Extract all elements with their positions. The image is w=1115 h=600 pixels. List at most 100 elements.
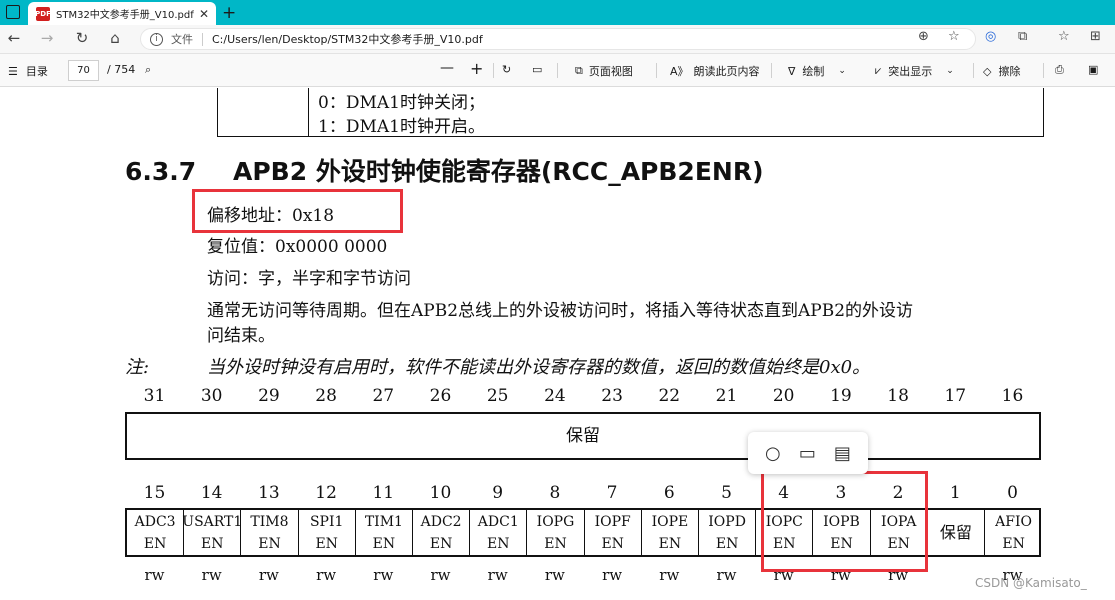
register-field: IOPE EN xyxy=(642,510,699,555)
annotation-box xyxy=(761,471,928,572)
field-name: USART1 xyxy=(182,513,243,530)
bit-number: 22 xyxy=(658,386,681,406)
tab-title: STM32中文参考手册_V10.pdf xyxy=(56,10,194,21)
refresh-icon[interactable]: ↻ xyxy=(72,29,92,47)
favorite-icon[interactable]: ☆ xyxy=(948,29,960,44)
bit-number: 26 xyxy=(429,386,452,406)
access-line: 访问：字，半字和字节访问 xyxy=(207,269,411,289)
register-field: IOPG EN xyxy=(527,510,585,555)
access-type: rw xyxy=(487,566,508,584)
highlight-icon: ⩗ xyxy=(875,64,882,77)
zoom-out-icon[interactable]: — xyxy=(440,60,454,76)
field-name: IOPE xyxy=(651,513,689,530)
bit-number: 10 xyxy=(429,483,452,503)
divider xyxy=(202,32,203,46)
zoom-icon[interactable]: ⊕ xyxy=(918,29,929,44)
pdf-icon: PDF xyxy=(35,6,51,21)
field-name: IOPF xyxy=(594,513,631,530)
search-icon[interactable]: ⌕ xyxy=(145,63,151,77)
zoom-in-icon[interactable]: + xyxy=(470,59,483,78)
home-icon[interactable]: ⌂ xyxy=(105,29,125,47)
field-name: TIM8 xyxy=(250,513,289,530)
field-name: IOPD xyxy=(708,513,746,530)
page-total: / 754 xyxy=(107,63,136,76)
page-number-input[interactable]: 70 xyxy=(68,60,99,81)
page-view-icon: ⧉ xyxy=(575,64,583,77)
field-suffix: EN xyxy=(315,535,338,552)
rotate-icon[interactable]: ↻ xyxy=(502,63,511,76)
divider xyxy=(557,63,558,78)
url-text: C:/Users/len/Desktop/STM32中文参考手册_V10.pdf xyxy=(212,33,483,46)
collections-icon[interactable]: ⊞ xyxy=(1090,29,1101,44)
erase-button[interactable]: ◇ 擦除 xyxy=(983,63,1020,79)
bit-number: 20 xyxy=(772,386,795,406)
tab-close-icon[interactable]: ✕ xyxy=(199,7,209,21)
read-aloud-icon: A》 xyxy=(670,65,689,78)
bit-number: 9 xyxy=(492,483,504,503)
annotation-box xyxy=(192,189,403,233)
chevron-down-icon[interactable]: ⌄ xyxy=(946,66,954,76)
pdf-page: 0：DMA1时钟关闭； 1：DMA1时钟开启。 6.3.7 APB2 外设时钟使能… xyxy=(0,88,1115,600)
bit-number: 19 xyxy=(830,386,852,406)
fit-page-icon[interactable]: ▭ xyxy=(532,63,542,76)
field-suffix: EN xyxy=(544,535,567,552)
toc-button[interactable]: ☰ 目录 xyxy=(8,63,48,79)
bit-number: 1 xyxy=(949,483,961,503)
field-suffix: EN xyxy=(372,535,396,552)
favorites-bar-icon[interactable]: ☆ xyxy=(1058,29,1070,44)
profile-ext-icon[interactable]: ◎ xyxy=(985,29,996,44)
comment-icon[interactable]: ▭ xyxy=(799,443,816,464)
access-type: rw xyxy=(716,566,737,584)
watermark: CSDN @Kamisato_ xyxy=(975,576,1087,590)
bit-number: 14 xyxy=(200,483,223,503)
field-suffix: EN xyxy=(201,535,224,552)
page-view-button[interactable]: ⧉ 页面视图 xyxy=(575,63,633,79)
draw-button[interactable]: ∇ 绘制 ⌄ xyxy=(788,63,846,79)
print-icon[interactable]: ⎙ xyxy=(1055,63,1064,77)
bit-number: 27 xyxy=(372,386,395,406)
address-bar: ← → ↻ ⌂ i 文件 C:/Users/len/Desktop/STM32中… xyxy=(0,25,1115,54)
note-label: 注: xyxy=(125,357,150,378)
register-field: TIM8 EN xyxy=(241,510,299,555)
divider xyxy=(1043,63,1044,78)
selection-popup: ○ ▭ ▤ xyxy=(748,432,868,474)
back-icon[interactable]: ← xyxy=(4,29,24,47)
reset-line: 复位值：0x0000 0000 xyxy=(207,237,388,257)
read-aloud-label: 朗读此页内容 xyxy=(693,65,760,78)
highlight-button[interactable]: ⩗ 突出显示 ⌄ xyxy=(875,63,954,79)
access-type: rw xyxy=(544,566,565,584)
highlight-label: 突出显示 xyxy=(888,65,933,78)
access-type: rw xyxy=(373,566,394,584)
register-field: ADC3 EN xyxy=(127,510,185,555)
bit-number: 21 xyxy=(715,386,738,406)
bit-number: 28 xyxy=(315,386,337,406)
toc-label: 目录 xyxy=(25,65,48,78)
access-type: rw xyxy=(258,566,279,584)
note-icon[interactable]: ▤ xyxy=(834,443,851,464)
access-type: rw xyxy=(201,566,222,584)
register-field: ADC1 EN xyxy=(470,510,528,555)
extensions-icon[interactable]: ⧉ xyxy=(1018,29,1027,44)
window-menu-icon[interactable] xyxy=(6,5,20,19)
save-icon[interactable]: ▣ xyxy=(1088,63,1098,76)
chevron-down-icon[interactable]: ⌄ xyxy=(838,66,846,76)
new-tab-button[interactable]: + xyxy=(222,3,236,23)
forward-icon[interactable]: → xyxy=(37,29,57,47)
eraser-icon: ◇ xyxy=(983,64,992,78)
bit-number: 30 xyxy=(200,386,223,406)
tab-active[interactable]: PDF STM32中文参考手册_V10.pdf ✕ xyxy=(28,2,216,25)
bit-number: 29 xyxy=(258,386,280,406)
field-name: ADC2 xyxy=(420,513,462,530)
erase-label: 擦除 xyxy=(998,65,1021,78)
register-field: IOPF EN xyxy=(585,510,642,555)
read-aloud-button[interactable]: A》 朗读此页内容 xyxy=(670,63,760,79)
search-icon[interactable]: ○ xyxy=(765,443,781,464)
info-icon[interactable]: i xyxy=(150,32,163,46)
bit-number: 18 xyxy=(887,386,909,406)
url-input[interactable]: i 文件 C:/Users/len/Desktop/STM32中文参考手册_V1… xyxy=(140,28,976,50)
register-field: ADC2 EN xyxy=(413,510,471,555)
bit-number: 24 xyxy=(544,386,566,406)
register-field: IOPD EN xyxy=(699,510,757,555)
field-suffix: EN xyxy=(429,535,453,552)
field-name: 保留 xyxy=(939,522,972,542)
